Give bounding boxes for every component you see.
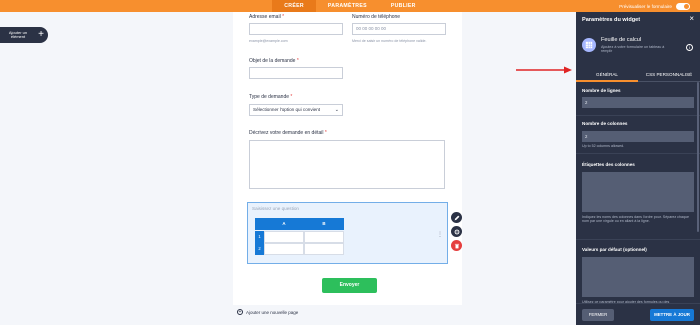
type-select-value: Sélectionner l'option qui convient [253, 107, 321, 112]
panel-tabs: GÉNÉRAL CSS PERSONNALISÉ [576, 68, 700, 82]
divider [576, 115, 700, 116]
question-title[interactable]: Saisissez une question [252, 206, 299, 211]
add-element-label: Ajouter un élément [8, 29, 28, 39]
top-nav: CRÉER PARAMÈTRES PUBLIER [0, 0, 700, 12]
divider [576, 239, 700, 240]
add-page-link[interactable]: + Ajouter une nouvelle page [237, 309, 298, 315]
panel-scrollbar[interactable] [697, 82, 699, 232]
preview-label: Prévisualiser le formulaire [619, 3, 672, 9]
settings-button[interactable] [451, 226, 462, 237]
email-label: Adresse email * [249, 14, 284, 20]
column-labels-textarea[interactable] [582, 172, 694, 212]
grid-cell[interactable] [304, 231, 344, 243]
plus-icon: + [38, 29, 44, 40]
required-marker: * [324, 130, 327, 136]
rows-label: Nombre de lignes [582, 88, 621, 93]
email-hint: example@example.com [249, 39, 288, 43]
spreadsheet-grid: A B 1 2 [255, 218, 345, 258]
divider [576, 153, 700, 154]
rows-input[interactable]: 2 [582, 97, 694, 108]
red-arrow-annotation [516, 66, 572, 74]
widget-settings-panel: Paramètres du widget × Feuille de calcul… [576, 12, 700, 325]
grid-cell[interactable] [304, 243, 344, 255]
tab-general[interactable]: GÉNÉRAL [576, 68, 638, 82]
type-label: Type de demande * [249, 94, 292, 100]
subject-label: Objet de la demande * [249, 58, 299, 64]
panel-footer: FERMER METTRE À JOUR [576, 303, 700, 325]
widget-name: Feuille de calcul [601, 37, 642, 43]
preview-form: Prévisualiser le formulaire [619, 0, 690, 12]
delete-button[interactable] [451, 240, 462, 251]
type-label-text: Type de demande [249, 94, 290, 100]
add-element-button[interactable]: Ajouter un élément + [0, 27, 48, 43]
required-marker: * [282, 14, 285, 20]
column-header: B [304, 218, 344, 230]
columns-hint: Up to 52 columns allowed. [582, 144, 625, 148]
row-header: 1 [255, 231, 264, 243]
details-textarea[interactable] [249, 140, 445, 189]
tab-create[interactable]: CRÉER [272, 0, 316, 12]
edit-button[interactable] [451, 212, 462, 223]
spreadsheet-question[interactable]: Saisissez une question A B 1 2 ⋮ [247, 202, 448, 264]
defaults-textarea[interactable] [582, 257, 694, 297]
required-marker: * [290, 94, 293, 100]
email-field[interactable] [249, 23, 343, 35]
tab-publish[interactable]: PUBLIER [379, 0, 428, 12]
spreadsheet-icon [582, 38, 596, 52]
defaults-label: Valeurs par défaut (optionnel) [582, 247, 647, 252]
phone-label: Numéro de téléphone [352, 14, 401, 20]
details-label-text: Décrivez votre demande en détail [249, 130, 324, 136]
update-button[interactable]: METTRE À JOUR [650, 309, 694, 321]
tab-settings[interactable]: PARAMÈTRES [316, 0, 379, 12]
type-select[interactable]: Sélectionner l'option qui convient ⌄ [249, 104, 343, 116]
phone-field[interactable]: 00 00 00 00 00 [352, 23, 446, 35]
column-labels-hint: Indiquez les noms des colonnes dans l'or… [582, 215, 689, 224]
widget-description: Ajoutez à votre formulaire un tableau à … [601, 45, 665, 54]
grid-cell[interactable] [264, 243, 304, 255]
chevron-down-icon: ⌄ [334, 107, 339, 113]
info-icon[interactable]: i [686, 44, 693, 51]
panel-title: Paramètres du widget [582, 17, 641, 23]
email-label-text: Adresse email [249, 14, 281, 20]
trash-icon [454, 243, 459, 248]
submit-button[interactable]: Envoyer [322, 278, 377, 293]
gear-icon [454, 229, 459, 234]
columns-input[interactable]: 2 [582, 131, 694, 142]
phone-hint: Merci de saisir un numéro de téléphone v… [352, 39, 427, 43]
columns-label: Nombre de colonnes [582, 121, 628, 126]
grid-corner [255, 218, 264, 230]
drag-handle-icon[interactable]: ⋮ [437, 231, 443, 238]
subject-field[interactable] [249, 67, 343, 79]
tab-custom-css[interactable]: CSS PERSONNALISÉ [638, 68, 700, 82]
close-icon[interactable]: × [689, 15, 694, 23]
required-marker: * [296, 58, 299, 64]
add-circle-icon: + [237, 309, 243, 315]
add-page-label: Ajouter une nouvelle page [246, 309, 299, 315]
column-header: A [264, 218, 304, 230]
grid-cell[interactable] [264, 231, 304, 243]
column-labels-label: Étiquettes des colonnes [582, 162, 635, 167]
close-button[interactable]: FERMER [582, 309, 614, 321]
pencil-icon [454, 215, 459, 220]
subject-label-text: Objet de la demande [249, 58, 296, 64]
row-header: 2 [255, 243, 264, 255]
details-label: Décrivez votre demande en détail * [249, 130, 327, 136]
preview-toggle[interactable] [676, 2, 690, 10]
